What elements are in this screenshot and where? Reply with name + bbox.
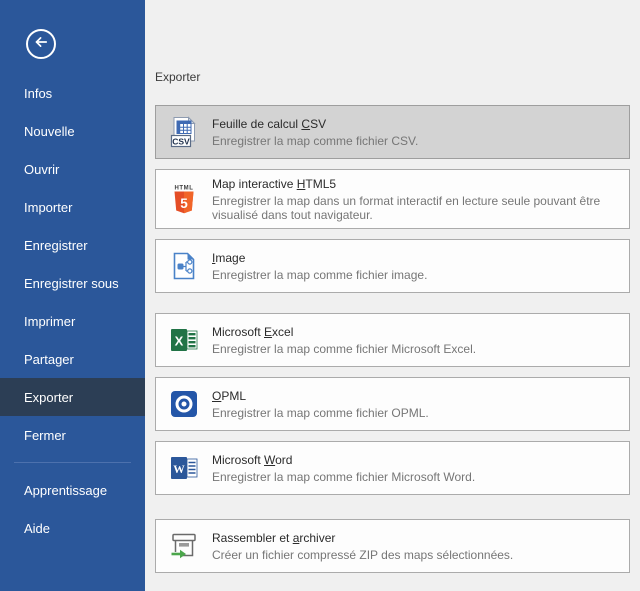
export-options-list: CSV Feuille de calcul CSV Enregistrer la… — [155, 105, 630, 573]
export-item-description: Enregistrer la map comme fichier OPML. — [212, 406, 429, 420]
export-item-html5[interactable]: HTML 5 Map interactive HTML5 Enregistrer… — [155, 169, 630, 229]
export-item-description: Enregistrer la map comme fichier Microso… — [212, 470, 475, 484]
word-icon: W — [168, 452, 200, 484]
export-panel: Exporter CSV Feui — [145, 0, 640, 591]
export-item-description: Enregistrer la map comme fichier image. — [212, 268, 427, 282]
export-item-title: OPML — [212, 389, 429, 404]
sidebar-divider — [14, 462, 131, 463]
sidebar-item-exporter[interactable]: Exporter — [0, 378, 145, 416]
export-item-description: Créer un fichier compressé ZIP des maps … — [212, 548, 513, 562]
sidebar-item-nouvelle[interactable]: Nouvelle — [0, 112, 145, 150]
excel-icon: X — [168, 324, 200, 356]
sidebar-item-fermer[interactable]: Fermer — [0, 416, 145, 454]
sidebar-menu: Infos Nouvelle Ouvrir Importer Enregistr… — [0, 74, 145, 547]
svg-text:HTML: HTML — [174, 186, 193, 192]
sidebar-item-aide[interactable]: Aide — [0, 509, 145, 547]
backstage-view: Infos Nouvelle Ouvrir Importer Enregistr… — [0, 0, 640, 591]
sidebar-item-apprentissage[interactable]: Apprentissage — [0, 471, 145, 509]
image-file-icon — [168, 250, 200, 282]
svg-text:5: 5 — [180, 196, 188, 211]
svg-text:CSV: CSV — [172, 136, 190, 146]
pack-and-go-icon — [168, 530, 200, 562]
export-item-description: Enregistrer la map comme fichier Microso… — [212, 342, 476, 356]
export-item-opml[interactable]: OPML Enregistrer la map comme fichier OP… — [155, 377, 630, 431]
sidebar-item-infos[interactable]: Infos — [0, 74, 145, 112]
sidebar: Infos Nouvelle Ouvrir Importer Enregistr… — [0, 0, 145, 591]
export-item-csv[interactable]: CSV Feuille de calcul CSV Enregistrer la… — [155, 105, 630, 159]
page-title: Exporter — [155, 70, 630, 84]
sidebar-item-imprimer[interactable]: Imprimer — [0, 302, 145, 340]
export-item-title: Rassembler et archiver — [212, 531, 513, 546]
export-item-title: Feuille de calcul CSV — [212, 117, 418, 132]
svg-text:X: X — [175, 334, 184, 349]
export-item-title: Image — [212, 251, 427, 266]
export-item-title: Microsoft Word — [212, 453, 475, 468]
export-item-title: Map interactive HTML5 — [212, 177, 627, 192]
export-item-description: Enregistrer la map comme fichier CSV. — [212, 134, 418, 148]
export-item-title: Microsoft Excel — [212, 325, 476, 340]
export-item-word[interactable]: W Microsoft Word Enregistrer la map comm… — [155, 441, 630, 495]
html5-icon: HTML 5 — [168, 183, 200, 215]
sidebar-item-ouvrir[interactable]: Ouvrir — [0, 150, 145, 188]
svg-text:W: W — [173, 464, 185, 476]
sidebar-item-enregistrer[interactable]: Enregistrer — [0, 226, 145, 264]
export-item-image[interactable]: Image Enregistrer la map comme fichier i… — [155, 239, 630, 293]
opml-icon — [168, 388, 200, 420]
back-arrow-icon — [32, 33, 50, 56]
sidebar-item-importer[interactable]: Importer — [0, 188, 145, 226]
back-button[interactable] — [26, 29, 56, 59]
export-item-description: Enregistrer la map dans un format intera… — [212, 194, 627, 222]
csv-spreadsheet-icon: CSV — [168, 116, 200, 148]
sidebar-item-enregistrer-sous[interactable]: Enregistrer sous — [0, 264, 145, 302]
export-item-excel[interactable]: X Microsoft Excel Enregistrer la map com… — [155, 313, 630, 367]
export-item-pack-and-go[interactable]: Rassembler et archiver Créer un fichier … — [155, 519, 630, 573]
sidebar-item-partager[interactable]: Partager — [0, 340, 145, 378]
